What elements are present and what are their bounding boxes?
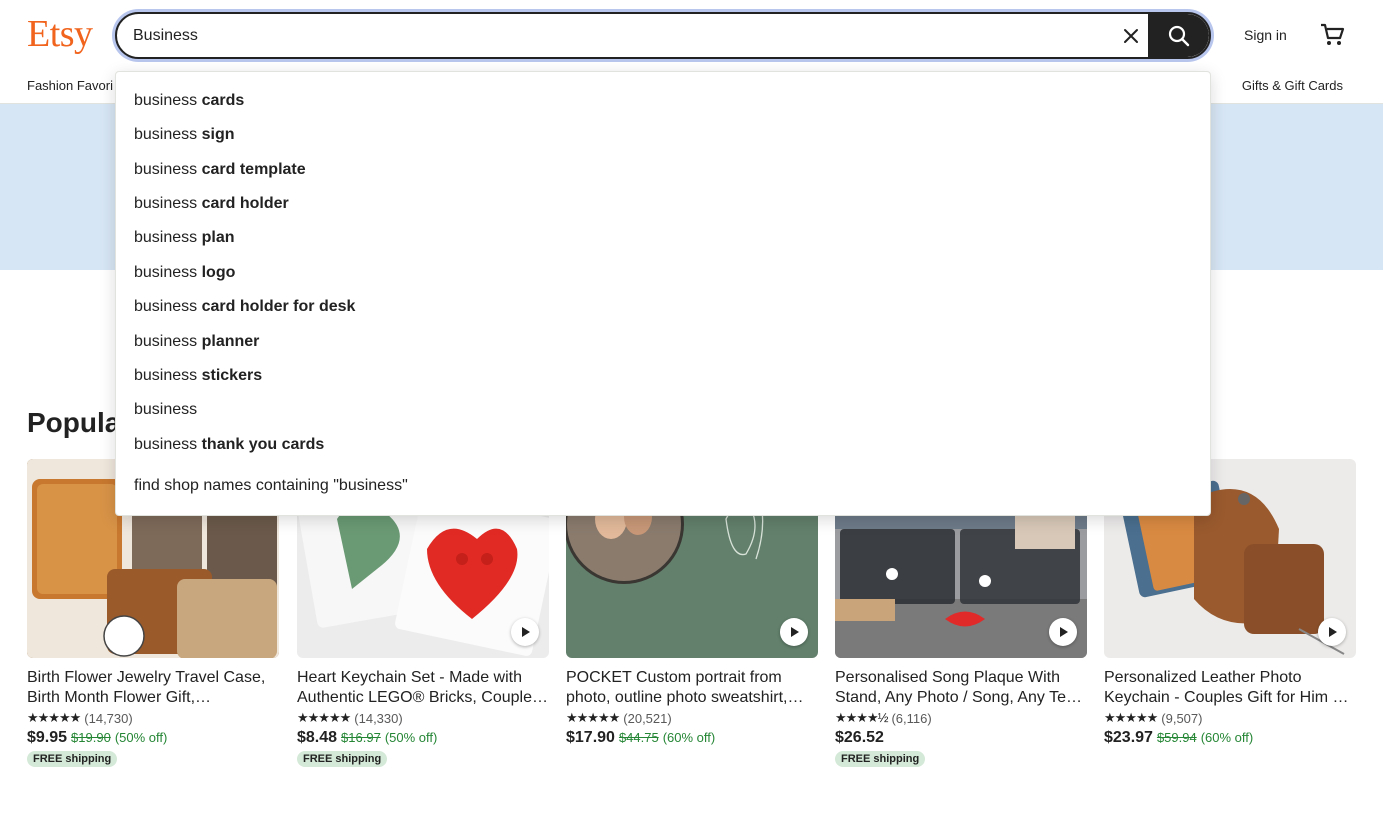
review-count: (14,330) [354,710,403,726]
suggestion-completion: logo [197,264,236,281]
free-shipping-badge: FREE shipping [835,751,926,767]
suggestion-prefix: business [134,333,198,350]
review-count: (9,507) [1161,710,1203,726]
original-price: $59.94 [1156,730,1197,745]
star-rating-icon: ★★★★★ [566,710,620,725]
free-shipping-badge: FREE shipping [297,751,388,767]
suggestion-item[interactable]: business logo [134,264,235,282]
play-icon [1060,627,1068,637]
close-icon [1124,29,1138,43]
listing-rating: ★★★★★ (14,730) [27,710,279,726]
clear-search-button[interactable] [1113,18,1149,54]
suggestion-completion: card holder for desk [197,298,356,315]
star-rating-icon: ★★★★★ [1104,710,1158,725]
cart-button[interactable] [1319,21,1345,47]
free-shipping-badge: FREE shipping [27,751,118,767]
play-icon [1329,627,1337,637]
search-input[interactable] [133,14,1093,57]
price-row: $9.95 $19.90 (50% off) [27,729,279,747]
suggestion-completion: cards [197,92,245,109]
listing-title[interactable]: Birth Flower Jewelry Travel Case, Birth … [27,668,279,708]
star-rating-icon: ★★★★★ [297,710,351,725]
find-shop-names-item[interactable]: find shop names containing "business" [134,477,408,495]
price-row: $23.97 $59.94 (60% off) [1104,729,1356,747]
original-price: $19.90 [71,730,111,745]
search-icon [1168,25,1189,46]
suggestion-item[interactable]: business card holder for desk [134,298,355,316]
search-bar [115,12,1211,59]
review-count: (20,521) [623,710,672,726]
review-count: (6,116) [891,710,932,726]
suggestion-item[interactable]: business sign [134,126,235,144]
suggestion-prefix: business [134,161,198,178]
discount: (60% off) [1200,730,1254,745]
discount: (50% off) [114,730,168,745]
listing-rating: ★★★★★ (9,507) [1104,710,1356,726]
suggestion-item[interactable]: business plan [134,229,235,247]
suggestion-prefix: business [134,126,198,143]
suggestion-prefix: business [134,229,198,246]
play-video-button[interactable] [780,618,808,646]
suggestion-prefix: business [134,401,198,418]
price-row: $26.52 [835,729,1087,747]
listing-rating: ★★★★★ (20,521) [566,710,818,726]
listing-title[interactable]: Heart Keychain Set - Made with Authentic… [297,668,549,708]
nav-item-fashion[interactable]: Fashion Favori [27,78,113,93]
cart-icon [1321,23,1345,45]
listing-rating: ★★★★★ (14,330) [297,710,549,726]
suggestion-completion: card template [197,161,306,178]
sale-price: $8.48 [297,729,338,746]
play-icon [791,627,799,637]
suggestion-completion: sign [197,126,235,143]
suggestion-prefix: business [134,298,198,315]
nav-item-gifts[interactable]: Gifts & Gift Cards [1242,78,1343,93]
play-video-button[interactable] [1049,618,1077,646]
listing-title[interactable]: POCKET Custom portrait from photo, outli… [566,668,818,708]
site-header: Etsy Sign in [0,0,1383,72]
discount: (50% off) [384,730,438,745]
suggestion-item[interactable]: business thank you cards [134,436,324,454]
sign-in-link[interactable]: Sign in [1244,27,1287,43]
suggestion-prefix: business [134,195,198,212]
etsy-logo[interactable]: Etsy [27,12,93,56]
sale-price: $9.95 [27,729,68,746]
suggestion-item[interactable]: business cards [134,92,244,110]
suggestion-completion: plan [197,229,235,246]
suggestion-prefix: business [134,367,198,384]
star-rating-icon: ★★★★★ [27,710,81,725]
price-row: $17.90 $44.75 (60% off) [566,729,818,747]
suggestion-prefix: business [134,92,198,109]
play-video-button[interactable] [511,618,539,646]
suggestion-item[interactable]: business [134,401,197,419]
listing-rating: ★★★★½ (6,116) [835,710,1087,726]
star-rating-icon: ★★★★½ [835,710,888,725]
listing-title[interactable]: Personalized Leather Photo Keychain - Co… [1104,668,1356,708]
original-price: $16.97 [341,730,381,745]
search-button[interactable] [1148,14,1209,57]
suggestion-item[interactable]: business card holder [134,195,289,213]
listing-title[interactable]: Personalised Song Plaque With Stand, Any… [835,668,1087,708]
suggestion-item[interactable]: business card template [134,161,306,179]
price-row: $8.48 $16.97 (50% off) [297,729,549,747]
search-suggestions-dropdown: business cards business sign business ca… [115,71,1211,516]
play-icon [522,627,530,637]
sale-price: $17.90 [566,729,615,746]
suggestion-completion: stickers [197,367,263,384]
suggestion-prefix: business [134,264,198,281]
suggestion-completion: thank you cards [197,436,325,453]
original-price: $44.75 [618,730,659,745]
suggestion-item[interactable]: business planner [134,333,259,351]
discount: (60% off) [662,730,716,745]
suggestion-completion: card holder [197,195,289,212]
sale-price: $23.97 [1104,729,1153,746]
suggestion-completion: planner [197,333,260,350]
sale-price: $26.52 [835,729,884,746]
suggestion-prefix: business [134,436,198,453]
suggestion-item[interactable]: business stickers [134,367,262,385]
play-video-button[interactable] [1318,618,1346,646]
popular-section-title: Popula [27,407,121,438]
review-count: (14,730) [84,710,133,726]
